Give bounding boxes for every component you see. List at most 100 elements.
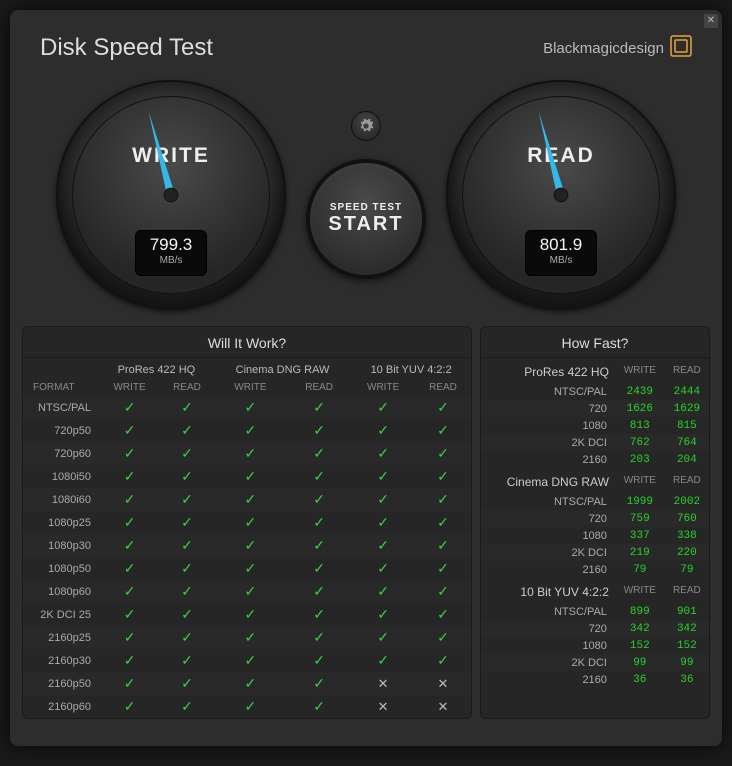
check-icon: ✓ (377, 583, 389, 599)
result-cell: ✓ (160, 649, 214, 672)
result-cell: ✓ (415, 534, 471, 557)
check-icon: ✓ (313, 537, 325, 553)
result-cell: ✓ (351, 465, 415, 488)
result-cell: ✓ (287, 465, 351, 488)
result-cell: ✓ (415, 580, 471, 603)
check-icon: ✓ (124, 514, 136, 530)
result-cell: ✓ (351, 649, 415, 672)
fast-res: 2K DCI (481, 544, 615, 561)
fast-write-val: 219 (615, 544, 665, 561)
will-it-work-panel: Will It Work? ProRes 422 HQCinema DNG RA… (22, 326, 472, 719)
gauges-row: WRITE 799.3 MB/s SPEED TEST START (10, 72, 722, 326)
gear-icon (358, 118, 374, 134)
fast-res: 2160 (481, 451, 615, 468)
result-cell: ✓ (214, 557, 287, 580)
result-cell: ✓ (214, 442, 287, 465)
write-value: 799.3 (136, 235, 206, 255)
col-write: WRITE (351, 379, 415, 396)
fast-read-val: 2444 (665, 383, 709, 400)
format-label: 1080p50 (23, 557, 99, 580)
result-cell: ✓ (160, 442, 214, 465)
result-cell: ✓ (415, 442, 471, 465)
check-icon: ✓ (313, 491, 325, 507)
result-cell: ✓ (415, 649, 471, 672)
result-cell: ✓ (99, 419, 160, 442)
fast-read-val: 338 (665, 527, 709, 544)
result-cell: ✓ (287, 695, 351, 718)
result-cell: ✓ (351, 419, 415, 442)
col-write: WRITE (615, 578, 665, 603)
will-title: Will It Work? (23, 327, 471, 358)
result-cell: ✓ (160, 488, 214, 511)
check-icon: ✓ (313, 399, 325, 415)
format-label: 2160p60 (23, 695, 99, 718)
check-icon: ✓ (245, 583, 257, 599)
format-label: 1080p60 (23, 580, 99, 603)
close-button[interactable]: ✕ (704, 14, 718, 28)
format-label: 1080i60 (23, 488, 99, 511)
check-icon: ✓ (181, 629, 193, 645)
fast-write-val: 36 (615, 671, 665, 688)
result-cell: ✓ (160, 580, 214, 603)
check-icon: ✓ (313, 583, 325, 599)
write-display: 799.3 MB/s (135, 230, 207, 276)
result-cell: ✓ (160, 626, 214, 649)
result-cell: ✓ (160, 419, 214, 442)
cross-icon: ✕ (378, 676, 389, 691)
col-write: WRITE (99, 379, 160, 396)
result-cell: ✓ (287, 626, 351, 649)
fast-read-val: 2002 (665, 493, 709, 510)
result-cell: ✓ (351, 488, 415, 511)
result-cell: ✓ (214, 419, 287, 442)
result-cell: ✓ (99, 649, 160, 672)
check-icon: ✓ (437, 491, 449, 507)
check-icon: ✓ (437, 583, 449, 599)
result-cell: ✓ (287, 488, 351, 511)
fast-read-val: 901 (665, 603, 709, 620)
fast-section-header: Cinema DNG RAW (481, 468, 615, 493)
fast-res: 2160 (481, 671, 615, 688)
result-cell: ✓ (287, 672, 351, 695)
result-cell: ✓ (415, 511, 471, 534)
fast-res: NTSC/PAL (481, 603, 615, 620)
result-cell: ✓ (160, 557, 214, 580)
fast-read-val: 342 (665, 620, 709, 637)
col-read: READ (665, 358, 709, 383)
check-icon: ✓ (181, 399, 193, 415)
check-icon: ✓ (245, 606, 257, 622)
check-icon: ✓ (245, 514, 257, 530)
check-icon: ✓ (181, 560, 193, 576)
format-label: 2160p25 (23, 626, 99, 649)
col-read: READ (160, 379, 214, 396)
fast-title: How Fast? (481, 327, 709, 358)
check-icon: ✓ (313, 514, 325, 530)
start-small-text: SPEED TEST (330, 202, 402, 213)
header: Disk Speed Test Blackmagicdesign (10, 10, 722, 72)
result-cell: ✓ (214, 465, 287, 488)
fast-table: ProRes 422 HQWRITEREADNTSC/PAL2439244472… (481, 358, 709, 688)
fast-res: NTSC/PAL (481, 383, 615, 400)
brand-logo-icon (670, 35, 692, 61)
check-icon: ✓ (245, 537, 257, 553)
check-icon: ✓ (245, 698, 257, 714)
result-cell: ✓ (214, 511, 287, 534)
settings-button[interactable] (351, 111, 381, 141)
check-icon: ✓ (181, 445, 193, 461)
result-cell: ✓ (99, 465, 160, 488)
check-icon: ✓ (124, 606, 136, 622)
check-icon: ✓ (181, 514, 193, 530)
result-cell: ✓ (99, 442, 160, 465)
result-cell: ✓ (214, 626, 287, 649)
fast-section-header: ProRes 422 HQ (481, 358, 615, 383)
format-label: 1080p30 (23, 534, 99, 557)
read-display: 801.9 MB/s (525, 230, 597, 276)
result-cell: ✓ (160, 603, 214, 626)
fast-read-val: 815 (665, 417, 709, 434)
result-cell: ✓ (99, 557, 160, 580)
check-icon: ✓ (181, 698, 193, 714)
start-button[interactable]: SPEED TEST START (306, 159, 426, 279)
check-icon: ✓ (437, 537, 449, 553)
result-cell: ✓ (214, 580, 287, 603)
fast-res: 720 (481, 510, 615, 527)
fast-write-val: 1999 (615, 493, 665, 510)
